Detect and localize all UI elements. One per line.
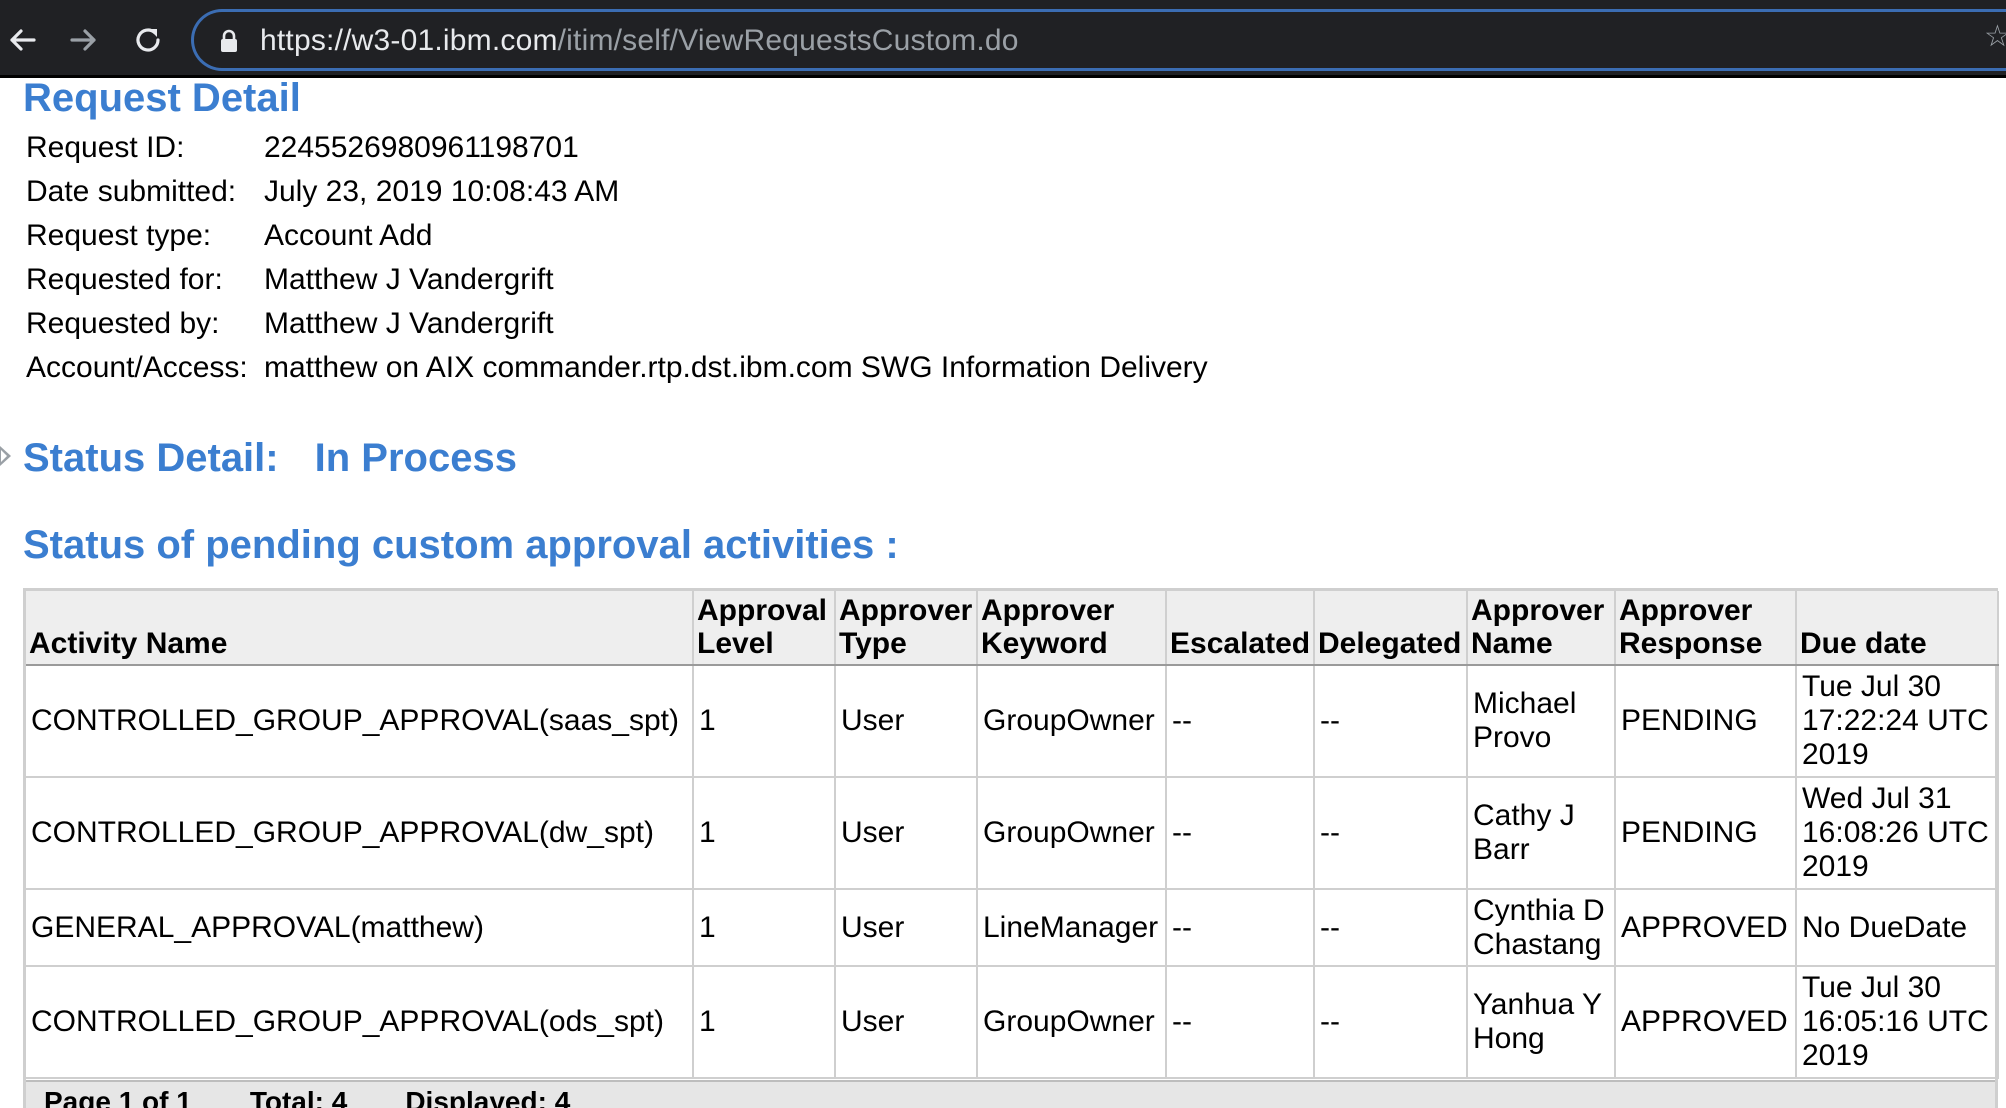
- cell-approver-keyword: GroupOwner: [977, 777, 1167, 890]
- url-base: https://w3-01.ibm.com: [260, 24, 558, 57]
- detail-label: Request ID:: [26, 131, 185, 164]
- detail-label: Date submitted:: [26, 175, 237, 208]
- total-count: Total: 4: [249, 1086, 348, 1108]
- detail-row-request-id: Request ID: 2245526980961198701: [26, 126, 1208, 170]
- detail-label: Request type:: [26, 219, 212, 252]
- cell-delegated: --: [1314, 665, 1468, 778]
- column-header-approver-keyword[interactable]: Approver Keyword: [977, 591, 1167, 666]
- forward-arrow-icon[interactable]: [62, 18, 106, 62]
- status-detail-value: In Process: [314, 436, 517, 480]
- back-arrow-icon[interactable]: [0, 18, 44, 62]
- detail-row-account-access: Account/Access: matthew on AIX commander…: [26, 346, 1208, 390]
- cell-approver-type: User: [835, 966, 978, 1079]
- detail-value: Matthew J Vandergrift: [264, 263, 554, 296]
- browser-toolbar: https://w3-01.ibm.com/itim/self/ViewRequ…: [0, 0, 2006, 78]
- url-text[interactable]: https://w3-01.ibm.com/itim/self/ViewRequ…: [260, 24, 1019, 58]
- column-header-escalated[interactable]: Escalated: [1166, 591, 1315, 666]
- cell-approval-level: 1: [693, 665, 836, 778]
- url-path: /itim/self/ViewRequestsCustom.do: [557, 24, 1019, 57]
- detail-value: Account Add: [264, 219, 433, 252]
- column-header-activity-name[interactable]: Activity Name: [26, 591, 694, 666]
- detail-value: Matthew J Vandergrift: [264, 307, 554, 340]
- cell-due-date: Tue Jul 30 17:22:24 UTC 2019: [1796, 665, 1999, 778]
- table-row: CONTROLLED_GROUP_APPROVAL(ods_spt) 1 Use…: [26, 966, 1999, 1079]
- cell-approver-keyword: LineManager: [977, 889, 1167, 967]
- detail-value: matthew on AIX commander.rtp.dst.ibm.com…: [264, 351, 1208, 384]
- cell-approver-response: APPROVED: [1615, 966, 1797, 1079]
- detail-row-request-type: Request type: Account Add: [26, 214, 1208, 258]
- detail-row-date-submitted: Date submitted: July 23, 2019 10:08:43 A…: [26, 170, 1208, 214]
- cell-approver-response: PENDING: [1615, 777, 1797, 890]
- cell-escalated: --: [1166, 889, 1315, 967]
- toolbar-divider: [0, 75, 2006, 78]
- cell-due-date: Tue Jul 30 16:05:16 UTC 2019: [1796, 966, 1999, 1079]
- request-details: Request ID: 2245526980961198701 Date sub…: [26, 126, 1208, 390]
- detail-label: Account/Access:: [26, 351, 248, 384]
- cell-approver-type: User: [835, 665, 978, 778]
- page-indicator: Page 1 of 1: [44, 1086, 192, 1108]
- cell-due-date: Wed Jul 31 16:08:26 UTC 2019: [1796, 777, 1999, 890]
- cell-activity-name: CONTROLLED_GROUP_APPROVAL(ods_spt): [26, 966, 694, 1079]
- cell-delegated: --: [1314, 777, 1468, 890]
- cell-delegated: --: [1314, 889, 1468, 967]
- reload-icon[interactable]: [126, 18, 170, 62]
- cell-approver-response: PENDING: [1615, 665, 1797, 778]
- column-header-approval-level[interactable]: Approval Level: [693, 591, 836, 666]
- detail-row-requested-for: Requested for: Matthew J Vandergrift: [26, 258, 1208, 302]
- page-title: Request Detail: [23, 76, 301, 120]
- detail-value: 2245526980961198701: [264, 131, 579, 164]
- detail-row-requested-by: Requested by: Matthew J Vandergrift: [26, 302, 1208, 346]
- status-detail-heading: Status Detail: In Process: [23, 436, 517, 480]
- displayed-count: Displayed: 4: [405, 1086, 571, 1108]
- cell-approval-level: 1: [693, 966, 836, 1079]
- approval-activities-table: Activity Name Approval Level Approver Ty…: [23, 588, 1999, 1108]
- cell-activity-name: CONTROLLED_GROUP_APPROVAL(saas_spt): [26, 665, 694, 778]
- cell-approval-level: 1: [693, 889, 836, 967]
- table-row: GENERAL_APPROVAL(matthew) 1 User LineMan…: [26, 889, 1999, 967]
- cell-approver-name: Yanhua Y Hong: [1467, 966, 1616, 1079]
- column-header-approver-name[interactable]: Approver Name: [1467, 591, 1616, 666]
- cell-approver-keyword: GroupOwner: [977, 665, 1167, 778]
- expand-arrow-icon[interactable]: [0, 446, 11, 466]
- status-detail-label: Status Detail:: [23, 436, 279, 480]
- table-row: CONTROLLED_GROUP_APPROVAL(dw_spt) 1 User…: [26, 777, 1999, 890]
- cell-activity-name: CONTROLLED_GROUP_APPROVAL(dw_spt): [26, 777, 694, 890]
- table-pagination-footer: Page 1 of 1 Total: 4 Displayed: 4: [26, 1080, 1995, 1108]
- detail-value: July 23, 2019 10:08:43 AM: [264, 175, 620, 208]
- cell-delegated: --: [1314, 966, 1468, 1079]
- cell-escalated: --: [1166, 777, 1315, 890]
- address-bar[interactable]: https://w3-01.ibm.com/itim/self/ViewRequ…: [191, 9, 2006, 71]
- column-header-due-date[interactable]: Due date: [1796, 591, 1999, 666]
- detail-label: Requested for:: [26, 263, 223, 296]
- cell-approver-type: User: [835, 777, 978, 890]
- cell-escalated: --: [1166, 665, 1315, 778]
- bookmark-star-icon[interactable]: ☆: [1984, 22, 2006, 52]
- cell-escalated: --: [1166, 966, 1315, 1079]
- table-row: CONTROLLED_GROUP_APPROVAL(saas_spt) 1 Us…: [26, 665, 1999, 778]
- pending-activities-heading: Status of pending custom approval activi…: [23, 523, 899, 567]
- column-header-approver-response[interactable]: Approver Response: [1615, 591, 1797, 666]
- cell-due-date: No DueDate: [1796, 889, 1999, 967]
- lock-icon: [220, 29, 238, 58]
- table-header-row: Activity Name Approval Level Approver Ty…: [26, 591, 1999, 666]
- column-header-delegated[interactable]: Delegated: [1314, 591, 1468, 666]
- cell-approver-type: User: [835, 889, 978, 967]
- cell-approver-name: Michael Provo: [1467, 665, 1616, 778]
- cell-approver-response: APPROVED: [1615, 889, 1797, 967]
- column-header-approver-type[interactable]: Approver Type: [835, 591, 978, 666]
- cell-approval-level: 1: [693, 777, 836, 890]
- cell-activity-name: GENERAL_APPROVAL(matthew): [26, 889, 694, 967]
- cell-approver-name: Cathy J Barr: [1467, 777, 1616, 890]
- cell-approver-name: Cynthia D Chastang: [1467, 889, 1616, 967]
- detail-label: Requested by:: [26, 307, 220, 340]
- cell-approver-keyword: GroupOwner: [977, 966, 1167, 1079]
